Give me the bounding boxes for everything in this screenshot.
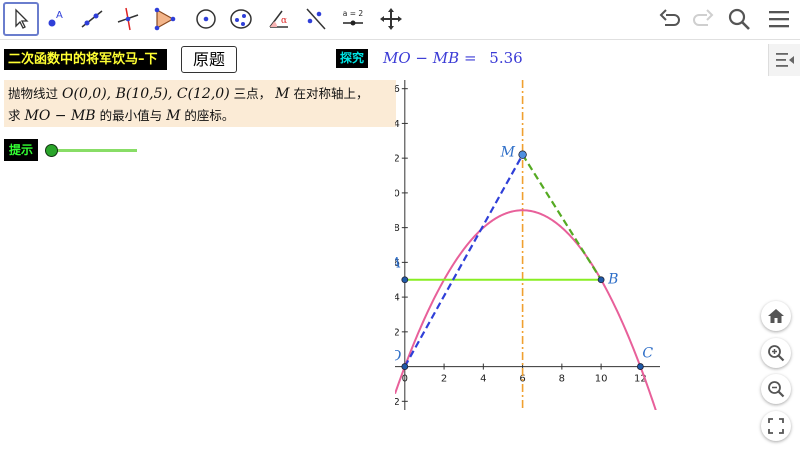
svg-text:a = 2: a = 2 <box>343 9 364 18</box>
point-a <box>401 276 409 284</box>
fullscreen-icon <box>768 418 784 434</box>
zoom-in-button[interactable] <box>761 338 791 368</box>
move-arrows-icon <box>380 8 402 30</box>
problem-text: 的最小值与 <box>99 108 163 123</box>
y-tick-label: -2 <box>395 397 400 408</box>
problem-m-math: M <box>275 86 290 102</box>
segment-mb <box>521 154 603 281</box>
reflect-icon <box>306 8 326 30</box>
function-plot[interactable]: 024681012-2246810121416 OABCM <box>395 80 660 410</box>
equals-sign: = <box>463 49 477 67</box>
y-tick-label: 8 <box>395 223 400 234</box>
zoom-out-button[interactable] <box>761 374 791 404</box>
problem-m-math: M <box>166 108 181 124</box>
svg-text:A: A <box>56 10 63 21</box>
menu-icon <box>769 11 789 28</box>
mo-minus-mb-text: MO − MB <box>383 49 460 67</box>
style-bar-toggle[interactable] <box>768 44 800 76</box>
problem-text: 抛物线过 <box>8 86 59 101</box>
undo-icon <box>659 9 680 26</box>
move-tool[interactable] <box>3 2 39 36</box>
fullscreen-button[interactable] <box>761 411 791 441</box>
y-tick-label: 10 <box>395 188 400 199</box>
perpendicular-tool[interactable] <box>110 2 146 36</box>
redo-button[interactable] <box>688 4 718 34</box>
slider-tool[interactable]: a = 2 <box>335 2 371 36</box>
hint-slider-handle[interactable] <box>45 144 58 157</box>
difference-readout: MO − MB = 5.36 <box>383 49 523 67</box>
undo-button[interactable] <box>655 4 685 34</box>
problem-line-1: 抛物线过 O(0,0), B(10,5), C(12,0) 三点， M 在对称轴… <box>8 83 392 105</box>
reflect-tool[interactable] <box>298 2 334 36</box>
y-tick-label: 16 <box>395 84 400 95</box>
problem-statement: 抛物线过 O(0,0), B(10,5), C(12,0) 三点， M 在对称轴… <box>4 80 396 127</box>
point-o <box>401 363 409 370</box>
move-graphics-tool[interactable] <box>373 2 409 36</box>
ellipse-icon <box>230 9 252 29</box>
slider-icon: a = 2 <box>343 9 364 26</box>
point-c <box>636 363 644 370</box>
home-button[interactable] <box>761 301 791 331</box>
style-bar-icon <box>775 53 794 67</box>
segment-mo <box>403 154 524 368</box>
ellipse-tool[interactable] <box>223 2 259 36</box>
problem-text: 的座标。 <box>184 108 235 123</box>
point-m[interactable] <box>518 150 527 159</box>
angle-icon: α <box>269 10 288 28</box>
home-icon <box>768 309 784 323</box>
problem-text: 三点， <box>233 86 272 101</box>
circle-tool[interactable] <box>188 2 224 36</box>
difference-value: 5.36 <box>489 49 523 67</box>
title-label: 二次函数中的将军饮马–下 <box>4 49 167 70</box>
point-tool[interactable]: A <box>38 2 74 36</box>
y-tick-label: 12 <box>395 154 400 165</box>
x-tick-label: 2 <box>441 374 447 385</box>
perpendicular-icon <box>117 7 139 31</box>
zoom-in-icon <box>768 345 785 362</box>
point-label-a: A <box>395 256 401 272</box>
zoom-out-icon <box>768 381 785 398</box>
line-icon <box>81 10 103 28</box>
x-tick-label: 8 <box>559 374 565 385</box>
problem-text: 求 <box>8 108 21 123</box>
toolbar: A α a = 2 <box>0 0 800 40</box>
y-tick-label: 4 <box>395 293 400 304</box>
problem-line-2: 求 MO − MB 的最小值与 M 的座标。 <box>8 105 392 127</box>
polygon-icon <box>154 7 176 31</box>
line-tool[interactable] <box>74 2 110 36</box>
x-tick-label: 10 <box>595 374 608 385</box>
hint-label: 提示 <box>4 139 38 161</box>
point-label-m: M <box>500 145 516 161</box>
point-label-c: C <box>642 346 653 362</box>
problem-diff-math: MO − MB <box>24 108 96 124</box>
main-menu-button[interactable] <box>764 4 794 34</box>
polygon-tool[interactable] <box>146 2 182 36</box>
y-tick-label: 2 <box>395 327 400 338</box>
point-icon: A <box>48 10 63 27</box>
search-icon <box>728 8 750 30</box>
x-tick-label: 4 <box>480 374 486 385</box>
svg-text:α: α <box>281 16 287 26</box>
original-problem-button[interactable]: 原题 <box>181 46 237 73</box>
redo-icon <box>693 9 714 26</box>
point-label-b: B <box>607 272 618 288</box>
problem-points-math: O(0,0), B(10,5), C(12,0) <box>62 86 230 102</box>
y-tick-label: 14 <box>395 119 400 130</box>
angle-tool[interactable]: α <box>261 2 297 36</box>
hint-slider-track[interactable] <box>52 149 137 152</box>
problem-text: 在对称轴上， <box>293 86 369 101</box>
parabola-curve <box>395 209 657 410</box>
point-label-o: O <box>395 349 402 365</box>
pointer-icon <box>15 8 29 29</box>
point-b <box>597 276 605 284</box>
search-button[interactable] <box>724 4 754 34</box>
explore-label: 探究 <box>336 49 368 68</box>
circle-icon <box>196 9 216 29</box>
